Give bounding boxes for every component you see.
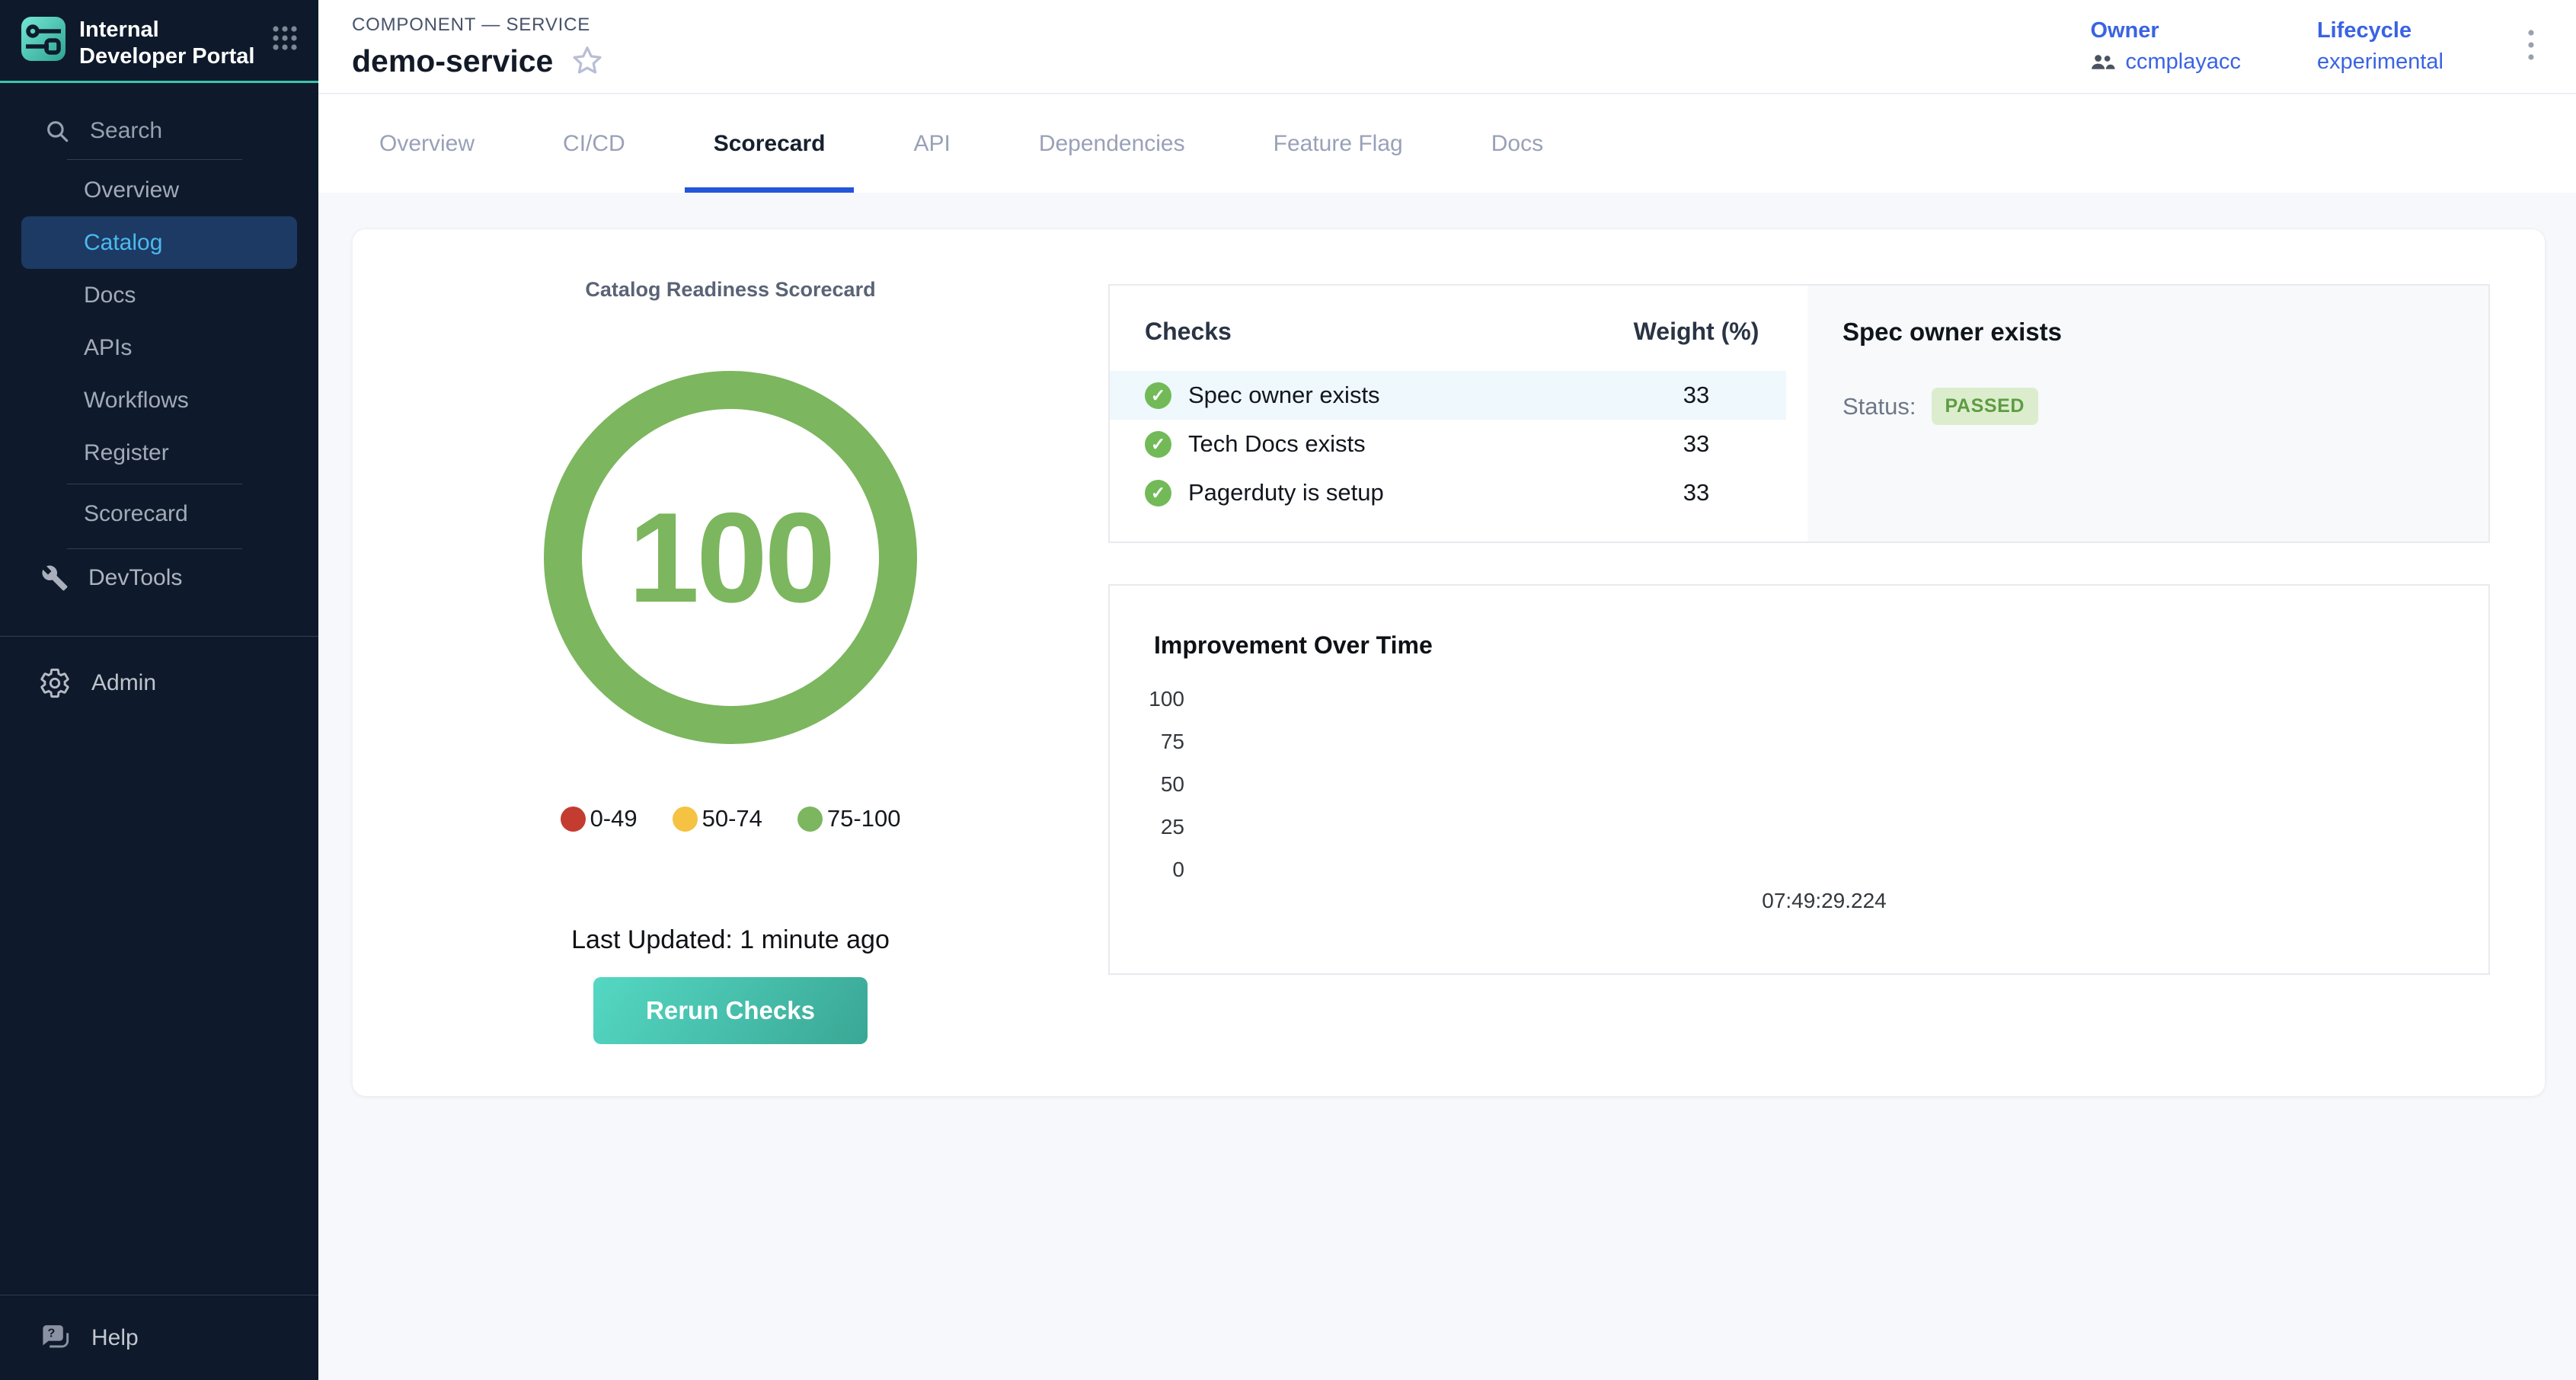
sidebar-item-help[interactable]: ? Help bbox=[0, 1295, 318, 1380]
sidebar-nav: Overview Catalog Docs APIs Workflows Reg… bbox=[0, 164, 318, 479]
owner-value-link[interactable]: ccmplayacc bbox=[2125, 50, 2241, 75]
tab-feature-flag[interactable]: Feature Flag bbox=[1245, 94, 1432, 193]
check-circle-icon bbox=[1145, 382, 1171, 409]
status-badge: PASSED bbox=[1932, 388, 2039, 425]
legend-item-yellow: 50-74 bbox=[673, 805, 762, 832]
legend-dot-green bbox=[797, 807, 823, 832]
improvement-chart-card: Improvement Over Time 100 75 50 25 0 07:… bbox=[1108, 584, 2490, 975]
idp-logo-icon bbox=[21, 17, 66, 61]
check-circle-icon bbox=[1145, 431, 1171, 458]
weight-column-header: Weight (%) bbox=[1620, 318, 1772, 346]
check-detail-title: Spec owner exists bbox=[1843, 318, 2453, 347]
people-icon bbox=[2090, 53, 2116, 72]
checks-table: Checks Weight (%) Spec owner exists 33 T… bbox=[1110, 286, 1807, 541]
status-label: Status: bbox=[1843, 393, 1916, 420]
content-area: Catalog Readiness Scorecard 100 0-49 50-… bbox=[318, 193, 2576, 1380]
sidebar-item-scorecard[interactable]: Scorecard bbox=[0, 484, 318, 544]
sidebar-item-workflows[interactable]: Workflows bbox=[0, 374, 318, 426]
legend-dot-yellow bbox=[673, 807, 698, 832]
sidebar-item-register[interactable]: Register bbox=[0, 426, 318, 479]
entity-header: COMPONENT — SERVICE demo-service Owner c… bbox=[318, 0, 2576, 94]
scorecard-title: Catalog Readiness Scorecard bbox=[353, 278, 1108, 302]
sidebar-item-admin[interactable]: Admin bbox=[0, 637, 318, 730]
legend-dot-red bbox=[561, 807, 586, 832]
rerun-checks-button[interactable]: Rerun Checks bbox=[593, 977, 868, 1044]
apps-grid-icon[interactable] bbox=[271, 24, 299, 56]
lifecycle-label: Lifecycle bbox=[2317, 18, 2443, 43]
lifecycle-block: Lifecycle experimental bbox=[2317, 18, 2443, 75]
lifecycle-value: experimental bbox=[2317, 50, 2443, 75]
tab-cicd[interactable]: CI/CD bbox=[534, 94, 654, 193]
score-legend: 0-49 50-74 75-100 bbox=[353, 805, 1108, 832]
score-ring: 100 bbox=[544, 371, 917, 744]
check-row-spec-owner[interactable]: Spec owner exists 33 bbox=[1110, 371, 1786, 420]
legend-item-red: 0-49 bbox=[561, 805, 638, 832]
checks-column-header: Checks bbox=[1145, 318, 1620, 346]
scorecard-card: Catalog Readiness Scorecard 100 0-49 50-… bbox=[352, 228, 2546, 1097]
improvement-chart-title: Improvement Over Time bbox=[1154, 631, 1433, 660]
check-circle-icon bbox=[1145, 480, 1171, 506]
entity-title-block: COMPONENT — SERVICE demo-service bbox=[352, 14, 605, 79]
tab-docs[interactable]: Docs bbox=[1462, 94, 1572, 193]
tab-scorecard[interactable]: Scorecard bbox=[685, 94, 855, 193]
sidebar-item-docs[interactable]: Docs bbox=[0, 269, 318, 321]
entity-tabs: Overview CI/CD Scorecard API Dependencie… bbox=[318, 94, 2576, 193]
score-column: Catalog Readiness Scorecard 100 0-49 50-… bbox=[353, 229, 1108, 1097]
search-icon bbox=[44, 118, 70, 144]
wrench-icon bbox=[41, 564, 69, 592]
search-label: Search bbox=[90, 118, 162, 144]
check-row-tech-docs[interactable]: Tech Docs exists 33 bbox=[1110, 420, 1786, 468]
owner-block: Owner ccmplayacc bbox=[2090, 18, 2241, 75]
sidebar-search[interactable]: Search bbox=[0, 107, 318, 155]
tab-api[interactable]: API bbox=[884, 94, 979, 193]
sidebar: Internal Developer Portal Search Overvie… bbox=[0, 0, 318, 1380]
check-detail-panel: Spec owner exists Status: PASSED bbox=[1807, 286, 2488, 541]
sidebar-divider bbox=[67, 159, 242, 160]
kebab-menu-icon[interactable] bbox=[2523, 24, 2539, 70]
legend-item-green: 75-100 bbox=[797, 805, 901, 832]
entity-meta: Owner ccmplayacc Lifecycle experimental bbox=[2090, 18, 2539, 75]
tab-overview[interactable]: Overview bbox=[350, 94, 503, 193]
check-row-pagerduty[interactable]: Pagerduty is setup 33 bbox=[1110, 468, 1786, 517]
brand: Internal Developer Portal bbox=[0, 0, 318, 70]
tab-dependencies[interactable]: Dependencies bbox=[1010, 94, 1214, 193]
checks-section: Checks Weight (%) Spec owner exists 33 T… bbox=[1108, 284, 2490, 543]
improvement-x-tick: 07:49:29.224 bbox=[1733, 889, 1916, 913]
brand-underline bbox=[0, 81, 318, 83]
gear-icon bbox=[38, 666, 72, 700]
svg-text:?: ? bbox=[47, 1326, 55, 1340]
star-icon[interactable] bbox=[570, 43, 605, 78]
last-updated-text: Last Updated: 1 minute ago bbox=[353, 925, 1108, 955]
page-title: demo-service bbox=[352, 43, 553, 79]
help-chat-icon: ? bbox=[40, 1323, 73, 1353]
breadcrumb: COMPONENT — SERVICE bbox=[352, 14, 605, 36]
improvement-y-axis: 100 75 50 25 0 bbox=[1110, 678, 1184, 891]
score-value: 100 bbox=[628, 484, 833, 631]
sidebar-item-devtools[interactable]: DevTools bbox=[0, 549, 318, 607]
brand-title: Internal Developer Portal bbox=[79, 17, 271, 70]
sidebar-item-overview[interactable]: Overview bbox=[0, 164, 318, 216]
sidebar-item-catalog[interactable]: Catalog bbox=[21, 216, 297, 269]
owner-label: Owner bbox=[2090, 18, 2241, 43]
sidebar-item-apis[interactable]: APIs bbox=[0, 321, 318, 374]
